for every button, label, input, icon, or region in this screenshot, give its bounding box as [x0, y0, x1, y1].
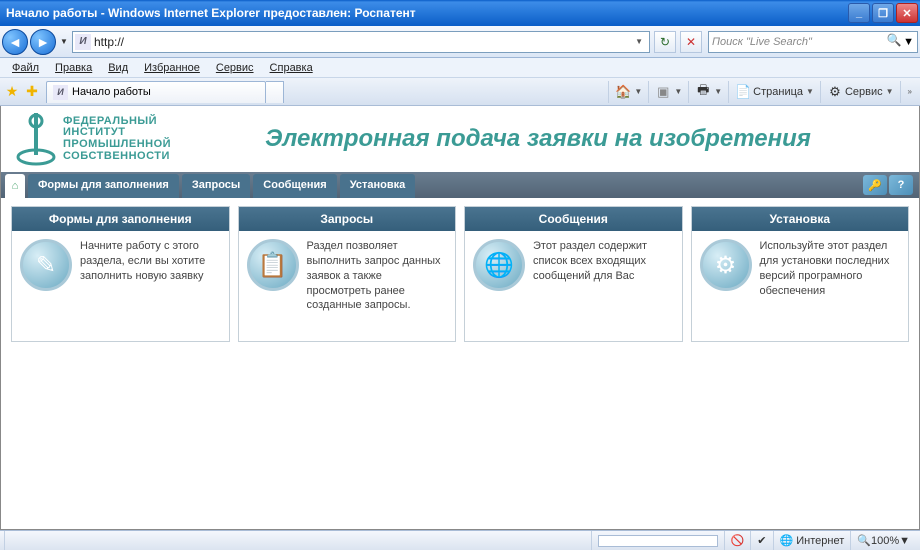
- page-favicon: И: [75, 34, 91, 50]
- home-icon: 🏠: [615, 84, 631, 100]
- search-dropdown[interactable]: ▼: [903, 36, 914, 48]
- nav-history-dropdown[interactable]: ▼: [58, 37, 70, 46]
- command-bar: ★ ✚ И Начало работы 🏠▼ ▣▼ 🖶▼ 📄Страница▼ …: [0, 78, 920, 106]
- card-setup-title: Установка: [692, 207, 909, 231]
- gear-icon: ⚙: [700, 239, 752, 291]
- globe-icon: 🌐: [473, 239, 525, 291]
- page-scroll[interactable]: ФЕДЕРАЛЬНЫЙ ИНСТИТУТ ПРОМЫШЛЕННОЙ СОБСТВ…: [1, 106, 919, 529]
- menu-favorites[interactable]: Избранное: [136, 60, 208, 76]
- site-header: ФЕДЕРАЛЬНЫЙ ИНСТИТУТ ПРОМЫШЛЕННОЙ СОБСТВ…: [1, 106, 919, 172]
- card-requests-text: Раздел позволяет выполнить запрос данных…: [307, 239, 448, 333]
- status-text: [4, 531, 591, 550]
- card-requests[interactable]: Запросы 📋 Раздел позволяет выполнить зап…: [238, 206, 457, 342]
- card-setup-text: Используйте этот раздел для установки по…: [760, 239, 901, 333]
- card-messages-text: Этот раздел содержит список всех входящи…: [533, 239, 674, 333]
- refresh-button[interactable]: ↻: [654, 31, 676, 53]
- help-button[interactable]: »: [900, 81, 918, 103]
- logo-mark-icon: [15, 111, 57, 167]
- new-tab-button[interactable]: [266, 81, 284, 103]
- menu-view[interactable]: Вид: [100, 60, 136, 76]
- home-button[interactable]: 🏠▼: [608, 81, 648, 103]
- nav-tab-requests[interactable]: Запросы: [182, 174, 250, 198]
- status-bar: 🚫 ✔ 🌐 Интернет 🔍 100% ▼: [0, 530, 920, 550]
- browser-tab[interactable]: И Начало работы: [46, 81, 266, 103]
- edit-icon: ✎: [20, 239, 72, 291]
- rss-icon: ▣: [655, 84, 671, 100]
- feeds-button[interactable]: ▣▼: [648, 81, 688, 103]
- add-favorite-icon[interactable]: ✚: [22, 82, 42, 102]
- help-icon-button[interactable]: ?: [889, 175, 913, 195]
- status-zone: 🌐 Интернет: [773, 531, 851, 550]
- stop-button[interactable]: ✕: [680, 31, 702, 53]
- status-zoom[interactable]: 🔍 100% ▼: [850, 531, 916, 550]
- cards-row: Формы для заполнения ✎ Начните работу с …: [1, 198, 919, 350]
- gear-icon: ⚙: [827, 84, 843, 100]
- tools-menu-button[interactable]: ⚙Сервис▼: [820, 81, 900, 103]
- menu-help[interactable]: Справка: [262, 60, 321, 76]
- logo-text: ФЕДЕРАЛЬНЫЙ ИНСТИТУТ ПРОМЫШЛЕННОЙ СОБСТВ…: [63, 116, 171, 162]
- nav-home-icon[interactable]: ⌂: [5, 174, 25, 198]
- favorites-star-icon[interactable]: ★: [2, 82, 22, 102]
- page-icon: 📄: [735, 84, 751, 100]
- card-forms-title: Формы для заполнения: [12, 207, 229, 231]
- card-messages[interactable]: Сообщения 🌐 Этот раздел содержит список …: [464, 206, 683, 342]
- menu-file[interactable]: Файл: [4, 60, 47, 76]
- window-titlebar: Начало работы - Windows Internet Explore…: [0, 0, 920, 26]
- card-setup[interactable]: Установка ⚙ Используйте этот раздел для …: [691, 206, 910, 342]
- menu-bar: Файл Правка Вид Избранное Сервис Справка: [0, 58, 920, 78]
- globe-icon: 🌐: [780, 534, 794, 547]
- nav-tab-setup[interactable]: Установка: [340, 174, 416, 198]
- card-requests-title: Запросы: [239, 207, 456, 231]
- document-icon: 📋: [247, 239, 299, 291]
- print-button[interactable]: 🖶▼: [688, 81, 728, 103]
- menu-edit[interactable]: Правка: [47, 60, 100, 76]
- status-popup-blocker-icon[interactable]: 🚫: [724, 531, 751, 550]
- site-nav: ⌂ Формы для заполнения Запросы Сообщения…: [1, 172, 919, 198]
- menu-tools[interactable]: Сервис: [208, 60, 262, 76]
- address-bar[interactable]: И http:// ▼: [72, 31, 650, 53]
- status-progress: [591, 531, 724, 550]
- key-icon-button[interactable]: 🔑: [863, 175, 887, 195]
- nav-tab-forms[interactable]: Формы для заполнения: [28, 174, 179, 198]
- forward-button[interactable]: ►: [30, 29, 56, 55]
- minimize-button[interactable]: _: [848, 3, 870, 23]
- nav-tab-messages[interactable]: Сообщения: [253, 174, 336, 198]
- search-placeholder: Поиск "Live Search": [712, 36, 885, 48]
- printer-icon: 🖶: [695, 84, 711, 100]
- address-dropdown[interactable]: ▼: [631, 37, 647, 46]
- status-phishing-icon[interactable]: ✔: [750, 531, 772, 550]
- tab-favicon: И: [53, 85, 68, 100]
- url-text[interactable]: http://: [94, 35, 631, 49]
- page-title: Электронная подача заявки на изобретения: [171, 125, 905, 153]
- window-title: Начало работы - Windows Internet Explore…: [6, 6, 846, 20]
- nav-toolbar: ◄ ► ▼ И http:// ▼ ↻ ✕ Поиск "Live Search…: [0, 26, 920, 58]
- site-logo: ФЕДЕРАЛЬНЫЙ ИНСТИТУТ ПРОМЫШЛЕННОЙ СОБСТВ…: [15, 111, 171, 167]
- back-button[interactable]: ◄: [2, 29, 28, 55]
- card-messages-title: Сообщения: [465, 207, 682, 231]
- maximize-button[interactable]: ❐: [872, 3, 894, 23]
- search-button[interactable]: 🔍: [885, 33, 903, 51]
- page-viewport: ФЕДЕРАЛЬНЫЙ ИНСТИТУТ ПРОМЫШЛЕННОЙ СОБСТВ…: [0, 106, 920, 530]
- card-forms-text: Начните работу с этого раздела, если вы …: [80, 239, 221, 333]
- search-box[interactable]: Поиск "Live Search" 🔍 ▼: [708, 31, 918, 53]
- page-menu-button[interactable]: 📄Страница▼: [728, 81, 820, 103]
- tab-title: Начало работы: [72, 86, 151, 98]
- close-button[interactable]: ✕: [896, 3, 918, 23]
- card-forms[interactable]: Формы для заполнения ✎ Начните работу с …: [11, 206, 230, 342]
